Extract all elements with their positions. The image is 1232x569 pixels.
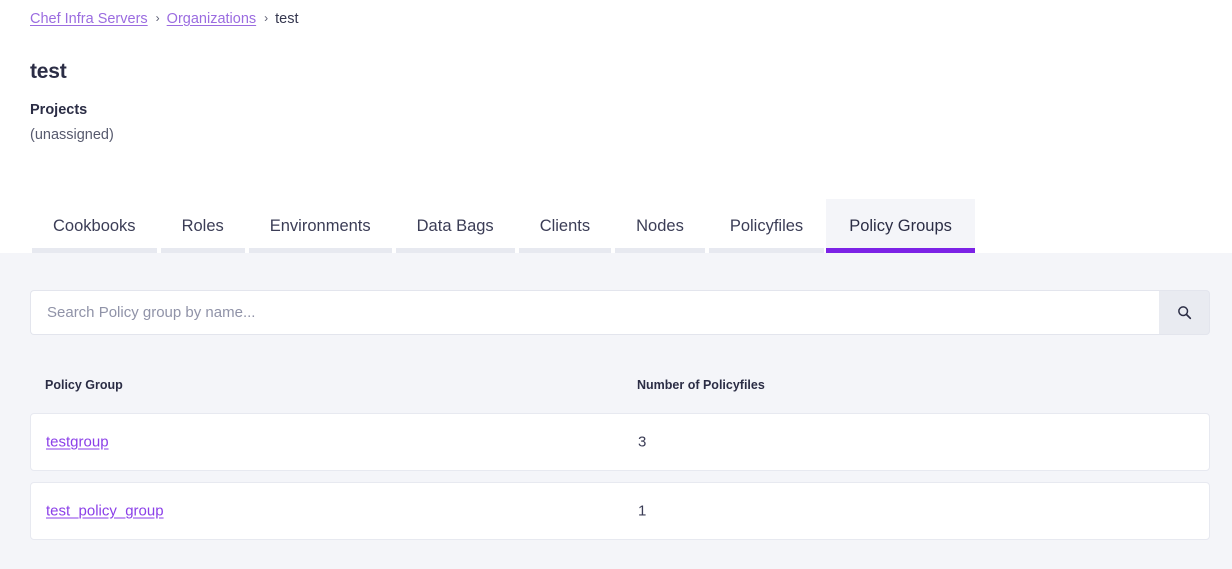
cell-policyfile-count: 1: [638, 503, 646, 520]
search-icon: [1177, 305, 1192, 320]
cell-policyfile-count: 3: [638, 434, 646, 451]
column-header-number-of-policyfiles: Number of Policyfiles: [637, 378, 765, 392]
policy-groups-table: testgroup 3 test_policy_group 1: [30, 413, 1210, 551]
search-input[interactable]: [30, 290, 1159, 335]
projects-label: Projects: [30, 102, 87, 118]
tab-nodes[interactable]: Nodes: [613, 199, 707, 253]
page-title: test: [30, 60, 67, 84]
table-header-row: Policy Group Number of Policyfiles: [30, 378, 1210, 400]
tab-roles[interactable]: Roles: [159, 199, 247, 253]
tab-cookbooks[interactable]: Cookbooks: [30, 199, 159, 253]
breadcrumb-current-test: test: [275, 11, 298, 27]
breadcrumb-separator-icon: ›: [264, 11, 268, 25]
breadcrumb-link-chef-infra-servers[interactable]: Chef Infra Servers: [30, 11, 148, 27]
breadcrumb-separator-icon: ›: [156, 11, 160, 25]
table-row[interactable]: test_policy_group 1: [30, 482, 1210, 540]
search-bar: [30, 290, 1210, 335]
cell-policy-group-name: test_policy_group: [46, 503, 164, 520]
tab-environments[interactable]: Environments: [247, 199, 394, 253]
policy-group-link[interactable]: testgroup: [46, 434, 109, 451]
breadcrumb: Chef Infra Servers › Organizations › test: [30, 10, 299, 28]
table-row[interactable]: testgroup 3: [30, 413, 1210, 471]
column-header-policy-group: Policy Group: [45, 378, 123, 392]
cell-policy-group-name: testgroup: [46, 434, 109, 451]
policy-groups-panel: Policy Group Number of Policyfiles testg…: [0, 253, 1232, 569]
tab-data-bags[interactable]: Data Bags: [394, 199, 517, 253]
page-header-region: Chef Infra Servers › Organizations › test te…: [0, 0, 1232, 253]
tab-policy-groups[interactable]: Policy Groups: [826, 199, 975, 253]
tab-clients[interactable]: Clients: [517, 199, 613, 253]
tab-bar: Cookbooks Roles Environments Data Bags C…: [30, 199, 975, 253]
projects-value: (unassigned): [30, 127, 114, 143]
policy-group-link[interactable]: test_policy_group: [46, 503, 164, 520]
tab-policyfiles[interactable]: Policyfiles: [707, 199, 826, 253]
search-button[interactable]: [1159, 290, 1210, 335]
breadcrumb-link-organizations[interactable]: Organizations: [167, 11, 256, 27]
